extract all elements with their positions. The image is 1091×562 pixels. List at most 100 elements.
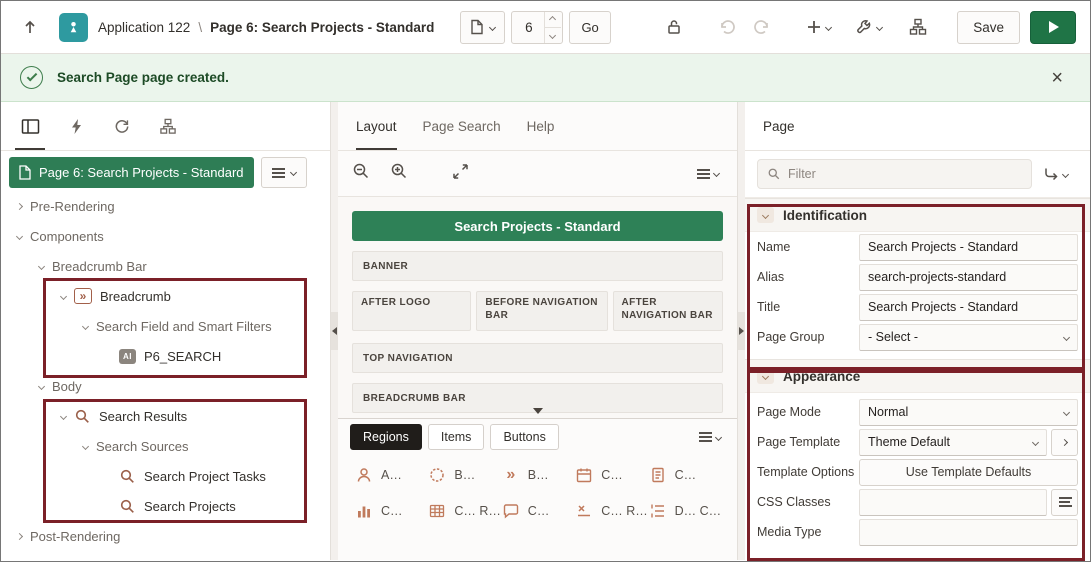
gallery-menu-button[interactable] [695,421,725,454]
property-row-template-options: Template Options Use Template Defaults [745,457,1090,487]
canvas-region-after-logo[interactable]: AFTER LOGO [352,291,472,331]
tab-help[interactable]: Help [527,102,555,150]
lock-icon[interactable] [659,11,689,44]
tree-item-body[interactable]: Body [1,371,330,401]
chevron-down-icon[interactable] [37,382,46,390]
chevron-down-icon[interactable] [59,412,68,420]
gallery-item-badge[interactable]: B… [427,465,500,485]
tree-item-breadcrumb-bar[interactable]: Breadcrumb Bar [1,251,330,281]
page-mode-select[interactable]: Normal [859,398,1078,426]
gallery-item-calendar[interactable]: C… [574,465,647,485]
application-icon[interactable] [59,12,88,42]
collapse-section-icon[interactable] [757,207,774,223]
page-number-stepper[interactable] [543,11,561,43]
alias-input[interactable] [859,263,1078,291]
media-type-input[interactable] [859,518,1078,546]
page-picker-button[interactable] [460,10,506,44]
shared-components-icon[interactable] [903,11,933,44]
stepper-up-icon[interactable] [544,12,561,28]
collapse-left-icon[interactable] [331,312,338,350]
canvas-region-banner[interactable]: BANNER [352,251,723,281]
chevron-down-icon[interactable] [59,292,68,300]
gallery-item-cards[interactable]: C… [648,465,721,485]
page-number-input[interactable] [513,11,544,43]
gallery-item-column-toggle-report[interactable]: C… R… [574,501,648,521]
tab-page-shared-components[interactable] [145,102,191,150]
section-appearance[interactable]: Appearance [745,359,1090,393]
chevron-down-icon[interactable] [81,442,90,450]
back-arrow-icon[interactable] [15,11,45,44]
tree-item-pre-rendering[interactable]: Pre-Rendering [1,191,330,221]
tree-item-search-results[interactable]: Search Results [1,401,330,431]
use-template-defaults-button[interactable]: Use Template Defaults [859,458,1078,486]
zoom-in-icon[interactable] [390,162,408,185]
tab-dynamic-actions[interactable] [53,102,99,150]
tab-rendering[interactable] [7,102,53,150]
tree-item-p6-search[interactable]: AI P6_SEARCH [1,341,330,371]
gallery-tab-items[interactable]: Items [427,424,485,450]
page-number-field [511,10,564,44]
utilities-menu-button[interactable] [853,11,883,44]
breadcrumb-application[interactable]: Application 122 [98,20,190,35]
tree-selected-page-node[interactable]: Page 6: Search Projects - Standard [9,157,254,188]
layout-menu-button[interactable] [693,157,723,190]
canvas-splitter-arrow-icon[interactable] [532,408,543,414]
gallery-item-chart[interactable]: C… [354,501,427,521]
chevron-down-icon[interactable] [15,232,24,240]
chevron-down-icon[interactable] [81,322,90,330]
chevron-right-icon[interactable] [15,532,24,540]
tab-page-search[interactable]: Page Search [423,102,501,150]
expand-icon[interactable] [452,163,469,185]
tab-layout[interactable]: Layout [356,102,397,150]
page-template-select[interactable]: Theme Default [859,428,1047,456]
canvas-region-after-navigation-bar[interactable]: AFTER NAVIGATION BAR [612,291,723,331]
left-splitter[interactable] [331,102,338,560]
tree-item-breadcrumb[interactable]: » Breadcrumb [1,281,330,311]
filter-field[interactable] [757,159,1032,189]
gallery-tab-buttons[interactable]: Buttons [490,424,559,450]
chevron-down-icon[interactable] [37,262,46,270]
edit-list-button[interactable] [1051,488,1078,516]
tree-item-post-rendering[interactable]: Post-Rendering [1,521,330,551]
title-input[interactable] [859,293,1078,321]
property-label: Page Mode [757,405,821,419]
page-node-menu-button[interactable] [260,157,307,188]
stepper-down-icon[interactable] [545,28,561,43]
css-classes-input[interactable] [859,488,1047,516]
go-to-group-button[interactable] [1032,166,1078,182]
run-button[interactable] [1030,10,1076,44]
canvas-page-title[interactable]: Search Projects - Standard [352,211,723,241]
name-input[interactable] [859,233,1078,261]
close-icon[interactable]: × [1043,64,1071,92]
collapse-section-icon[interactable] [757,368,774,384]
hierarchy-icon [160,118,176,134]
quick-pick-button[interactable] [1051,428,1078,456]
go-button[interactable]: Go [569,10,611,44]
gallery-tab-regions[interactable]: Regions [350,424,422,450]
gallery-item-comments[interactable]: C… [501,501,574,521]
page-group-select[interactable]: - Select - [859,323,1078,351]
gallery-item-breadcrumb[interactable]: » B… [501,465,574,485]
undo-icon[interactable] [711,11,741,44]
tab-processing[interactable] [99,102,145,150]
tree-item-search-project-tasks[interactable]: Search Project Tasks [1,461,330,491]
save-button[interactable]: Save [957,10,1020,44]
gallery-item-dynamic-content[interactable]: D… C… [648,501,721,521]
zoom-out-icon[interactable] [352,162,370,185]
tree-item-search-sources[interactable]: Search Sources [1,431,330,461]
gallery-item-classic-report[interactable]: C… R… [427,501,501,521]
gallery-item-avatar[interactable]: A… [354,465,427,485]
tree-item-search-field-smart-filters[interactable]: Search Field and Smart Filters [1,311,330,341]
tree-item-components[interactable]: Components [1,221,330,251]
chevron-right-icon[interactable] [15,202,24,210]
collapse-right-icon[interactable] [738,312,745,350]
create-menu-button[interactable] [803,11,833,44]
filter-input[interactable] [788,167,1022,181]
redo-icon[interactable] [747,11,777,44]
tree-item-search-projects[interactable]: Search Projects [1,491,330,521]
canvas-region-top-navigation[interactable]: TOP NAVIGATION [352,343,723,373]
canvas-region-before-navigation-bar[interactable]: BEFORE NAVIGATION BAR [476,291,608,331]
tab-page-properties[interactable]: Page [763,119,795,134]
right-splitter[interactable] [738,102,745,560]
section-identification[interactable]: Identification [745,198,1090,232]
